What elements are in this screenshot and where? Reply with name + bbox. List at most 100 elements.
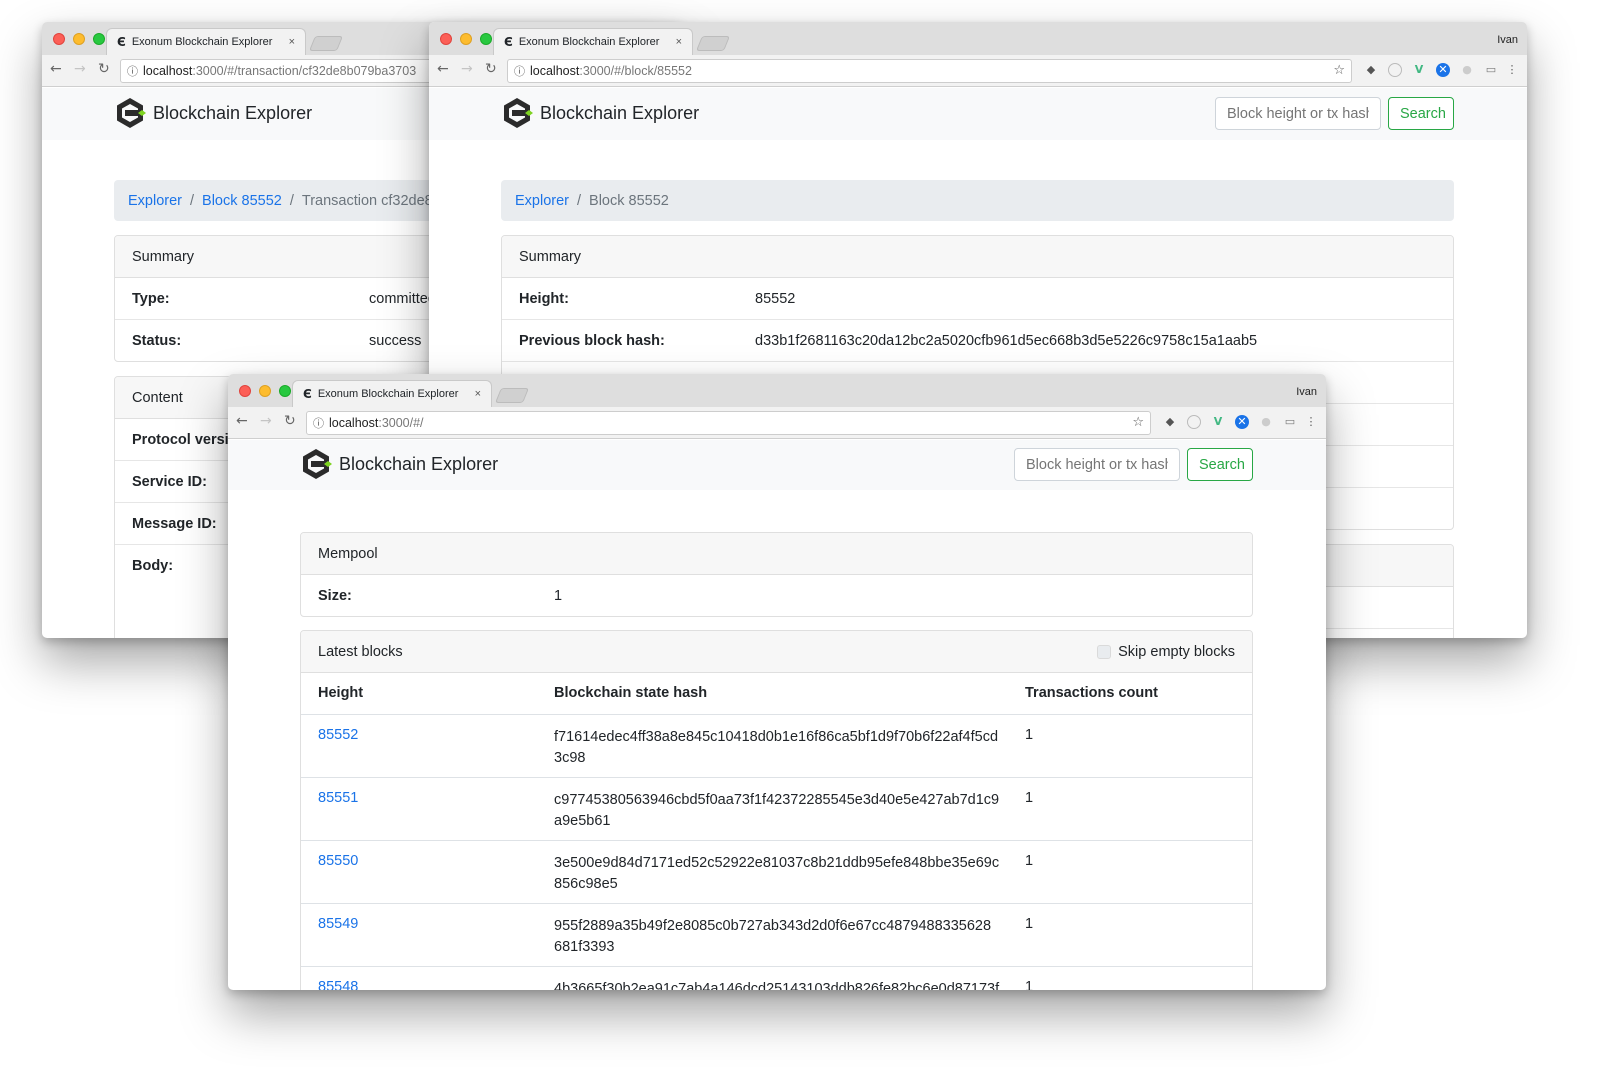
skip-empty-blocks-label: Skip empty blocks bbox=[1118, 644, 1235, 660]
mempool-card-header: Mempool bbox=[301, 533, 1252, 575]
row-value: d33b1f2681163c20da12bc2a5020cfb961d5ec66… bbox=[755, 332, 1258, 349]
search-button[interactable]: Search bbox=[1388, 97, 1454, 130]
menu-dots-icon[interactable]: ⋮ bbox=[1304, 415, 1318, 429]
address-bar[interactable]: ⓘ localhost:3000/#/block/85552 ☆ bbox=[507, 59, 1352, 83]
row-label: Size: bbox=[318, 588, 352, 604]
block-height-link[interactable]: 85548 bbox=[318, 979, 358, 990]
search-input[interactable] bbox=[1014, 448, 1180, 481]
zoom-window-button[interactable] bbox=[480, 33, 492, 45]
reload-icon[interactable]: ↻ bbox=[284, 413, 296, 429]
new-tab-button[interactable] bbox=[695, 36, 731, 51]
zoom-window-button[interactable] bbox=[279, 385, 291, 397]
tab-close-icon[interactable]: × bbox=[676, 36, 682, 48]
row-label: Body: bbox=[132, 558, 174, 574]
extension-blue-icon[interactable]: ✕ bbox=[1436, 63, 1450, 77]
mempool-size-row: Size: 1 bbox=[301, 575, 1252, 616]
new-tab-button[interactable] bbox=[308, 36, 344, 51]
extension-grey-icon[interactable]: ● bbox=[1259, 415, 1273, 429]
search-button[interactable]: Search bbox=[1187, 448, 1253, 481]
brand-name: Blockchain Explorer bbox=[540, 102, 700, 123]
profile-name[interactable]: Ivan bbox=[1296, 386, 1317, 398]
cast-icon[interactable]: ▭ bbox=[1484, 63, 1498, 77]
exonum-icon: Є bbox=[117, 35, 126, 49]
block-height-link[interactable]: 85549 bbox=[318, 916, 358, 932]
minimize-window-button[interactable] bbox=[460, 33, 472, 45]
app-header: Blockchain Explorer Search bbox=[228, 440, 1326, 490]
vue-devtools-icon[interactable]: V bbox=[1412, 63, 1426, 77]
extension-grey-icon[interactable]: ● bbox=[1460, 63, 1474, 77]
close-window-button[interactable] bbox=[440, 33, 452, 45]
extension-blue-icon[interactable]: ✕ bbox=[1235, 415, 1249, 429]
forward-arrow-icon[interactable]: → bbox=[461, 61, 473, 77]
state-hash-cell: 955f2889a35b49f2e8085c0b727ab343d2d0f6e6… bbox=[554, 916, 991, 958]
tab-title: Exonum Blockchain Explorer bbox=[317, 388, 459, 400]
new-tab-button[interactable] bbox=[494, 388, 530, 403]
window-controls bbox=[239, 385, 291, 397]
bookmark-star-icon[interactable]: ☆ bbox=[1132, 415, 1144, 430]
row-value: 85552 bbox=[755, 290, 796, 307]
table-row: 85551 c97745380563946cbd5f0aa73f1f423722… bbox=[301, 778, 1252, 841]
tab-close-icon[interactable]: × bbox=[475, 388, 481, 400]
zoom-window-button[interactable] bbox=[93, 33, 105, 45]
vue-devtools-icon[interactable]: V bbox=[1211, 415, 1225, 429]
breadcrumb-separator: / bbox=[577, 192, 582, 209]
breadcrumb-explorer-link[interactable]: Explorer bbox=[128, 193, 182, 209]
back-arrow-icon[interactable]: ← bbox=[437, 61, 449, 77]
state-hash-cell: 3e500e9d84d7171ed52c52922e81037c8b21ddb9… bbox=[554, 853, 999, 895]
tab-title: Exonum Blockchain Explorer bbox=[518, 36, 660, 48]
state-hash-cell: 4b3665f30b2ea91c7ab4a146dcd25143103ddb82… bbox=[554, 979, 999, 990]
reload-icon[interactable]: ↻ bbox=[98, 61, 110, 77]
block-height-link[interactable]: 85550 bbox=[318, 853, 358, 869]
url-host: localhost bbox=[143, 64, 193, 78]
close-window-button[interactable] bbox=[53, 33, 65, 45]
url-host: localhost bbox=[329, 416, 379, 430]
minimize-window-button[interactable] bbox=[259, 385, 271, 397]
block-height-link[interactable]: 85552 bbox=[318, 727, 358, 743]
url-path: :3000/#/transaction/cf32de8b079ba3703 bbox=[192, 64, 417, 78]
brand-link[interactable]: Blockchain Explorer bbox=[113, 96, 312, 130]
back-arrow-icon[interactable]: ← bbox=[236, 413, 248, 429]
block-height-link[interactable]: 85551 bbox=[318, 790, 358, 806]
address-bar[interactable]: ⓘ localhost:3000/#/ ☆ bbox=[306, 411, 1151, 435]
cast-icon[interactable]: ▭ bbox=[1283, 415, 1297, 429]
forward-arrow-icon[interactable]: → bbox=[260, 413, 272, 429]
evernote-extension-icon[interactable]: ◆ bbox=[1163, 415, 1177, 429]
search-input[interactable] bbox=[1215, 97, 1381, 130]
reload-icon[interactable]: ↻ bbox=[485, 61, 497, 77]
skip-empty-blocks-toggle[interactable]: Skip empty blocks bbox=[1097, 644, 1235, 660]
menu-dots-icon[interactable]: ⋮ bbox=[1505, 63, 1519, 77]
extension-circle-icon[interactable] bbox=[1187, 415, 1201, 429]
app-header: Blockchain Explorer Search bbox=[429, 88, 1527, 140]
exonum-icon: Є bbox=[303, 387, 312, 401]
skip-empty-blocks-checkbox[interactable] bbox=[1097, 645, 1112, 659]
back-arrow-icon[interactable]: ← bbox=[50, 61, 62, 77]
breadcrumb-block-link[interactable]: Block 85552 bbox=[202, 193, 282, 209]
browser-tab[interactable]: Є Exonum Blockchain Explorer × bbox=[106, 28, 306, 55]
tab-close-icon[interactable]: × bbox=[289, 36, 295, 48]
summary-row-height: Height: 85552 bbox=[502, 278, 1453, 320]
exonum-logo-icon bbox=[117, 98, 146, 128]
browser-toolbar: ← → ↻ ⓘ localhost:3000/#/ ☆ ◆ V ✕ ● ▭ ⋮ bbox=[228, 407, 1326, 439]
close-window-button[interactable] bbox=[239, 385, 251, 397]
table-row: 85549 955f2889a35b49f2e8085c0b727ab343d2… bbox=[301, 904, 1252, 967]
breadcrumb-explorer-link[interactable]: Explorer bbox=[515, 193, 569, 209]
brand-name: Blockchain Explorer bbox=[153, 102, 313, 123]
brand-link[interactable]: Blockchain Explorer bbox=[299, 447, 498, 481]
extension-circle-icon[interactable] bbox=[1388, 63, 1402, 77]
bookmark-star-icon[interactable]: ☆ bbox=[1333, 63, 1345, 78]
browser-toolbar: ← → ↻ ⓘ localhost:3000/#/block/85552 ☆ ◆… bbox=[429, 55, 1527, 87]
row-label: Previous block hash: bbox=[519, 332, 665, 349]
profile-name[interactable]: Ivan bbox=[1497, 34, 1518, 46]
tx-count-cell: 1 bbox=[1025, 853, 1034, 869]
table-row: 85552 f71614edec4ff38a8e845c10418d0b1e16… bbox=[301, 715, 1252, 778]
browser-tab[interactable]: Є Exonum Blockchain Explorer × bbox=[493, 28, 693, 55]
evernote-extension-icon[interactable]: ◆ bbox=[1364, 63, 1378, 77]
brand-link[interactable]: Blockchain Explorer bbox=[500, 96, 699, 130]
browser-tab[interactable]: Є Exonum Blockchain Explorer × bbox=[292, 380, 492, 407]
info-icon: ⓘ bbox=[514, 65, 525, 78]
forward-arrow-icon[interactable]: → bbox=[74, 61, 86, 77]
state-hash-line: f71614edec4ff38a8e845c10418d0b1e16f86ca5… bbox=[554, 729, 999, 745]
column-header-height: Height bbox=[318, 685, 364, 701]
mempool-card: Mempool Size: 1 bbox=[300, 532, 1253, 617]
minimize-window-button[interactable] bbox=[73, 33, 85, 45]
